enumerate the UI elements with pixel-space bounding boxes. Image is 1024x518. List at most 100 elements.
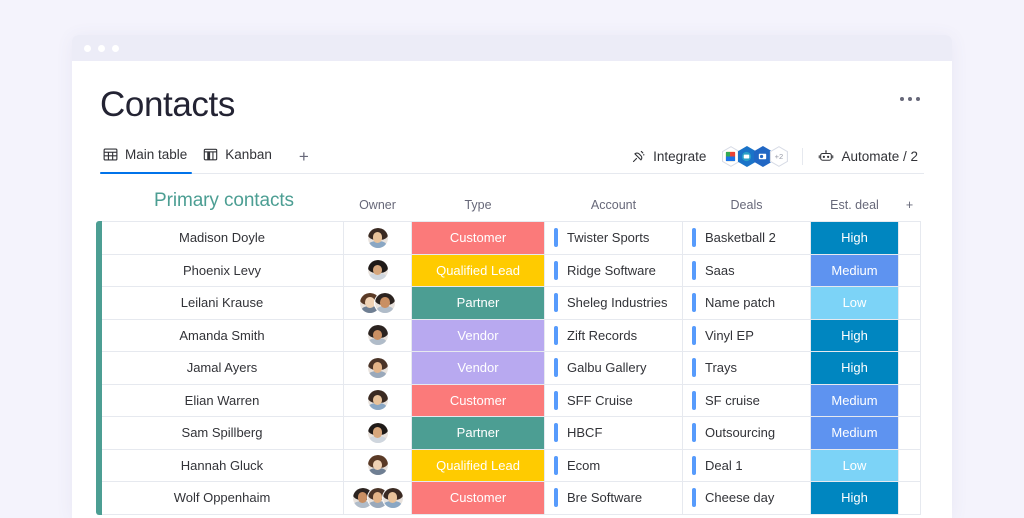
cell-est-deal[interactable]: High: [811, 352, 899, 385]
linked-item-deal[interactable]: Basketball 2: [683, 222, 810, 254]
cell-deal[interactable]: Name patch: [683, 287, 811, 320]
cell-contact-name[interactable]: Elian Warren: [101, 384, 344, 417]
cell-est-deal[interactable]: Medium: [811, 384, 899, 417]
avatar-group[interactable]: [344, 292, 411, 314]
column-header-owner[interactable]: Owner: [344, 190, 412, 222]
table-row[interactable]: Phoenix Levy Qualified LeadRidge Software…: [101, 254, 921, 287]
cell-est-deal[interactable]: Medium: [811, 254, 899, 287]
cell-est-deal[interactable]: High: [811, 319, 899, 352]
cell-deal[interactable]: Cheese day: [683, 482, 811, 515]
avatar[interactable]: [367, 259, 389, 281]
cell-account[interactable]: Zift Records: [545, 319, 683, 352]
avatar[interactable]: [367, 324, 389, 346]
linked-item-deal[interactable]: SF cruise: [683, 385, 810, 417]
cell-type[interactable]: Customer: [412, 384, 545, 417]
table-row[interactable]: Sam SpillbergPartnerHBCFOutsourcingMediu…: [101, 417, 921, 450]
linked-item-account[interactable]: Twister Sports: [545, 222, 682, 254]
avatar-group[interactable]: [344, 454, 411, 476]
table-row[interactable]: Madison Doyle CustomerTwister SportsBaske…: [101, 222, 921, 255]
cell-deal[interactable]: Vinyl EP: [683, 319, 811, 352]
cell-owner[interactable]: [344, 319, 412, 352]
table-row[interactable]: Amanda Smith VendorZift RecordsVinyl EPHi…: [101, 319, 921, 352]
cell-account[interactable]: Twister Sports: [545, 222, 683, 255]
column-header-est-deal[interactable]: Est. deal: [811, 190, 899, 222]
linked-item-deal[interactable]: Outsourcing: [683, 417, 810, 449]
cell-contact-name[interactable]: Jamal Ayers: [101, 352, 344, 385]
status-badge-type[interactable]: Vendor: [412, 352, 544, 384]
cell-contact-name[interactable]: Phoenix Levy: [101, 254, 344, 287]
cell-account[interactable]: Galbu Gallery: [545, 352, 683, 385]
cell-est-deal[interactable]: High: [811, 482, 899, 515]
status-badge-type[interactable]: Customer: [412, 222, 544, 254]
linked-item-account[interactable]: Bre Software: [545, 482, 682, 514]
column-header-account[interactable]: Account: [545, 190, 683, 222]
linked-item-deal[interactable]: Trays: [683, 352, 810, 384]
status-badge-type[interactable]: Partner: [412, 417, 544, 449]
cell-est-deal[interactable]: Low: [811, 287, 899, 320]
table-row[interactable]: Elian Warren CustomerSFF CruiseSF cruiseM…: [101, 384, 921, 417]
status-badge-est-deal[interactable]: High: [811, 352, 898, 384]
avatar[interactable]: [367, 357, 389, 379]
avatar-group[interactable]: [344, 227, 411, 249]
linked-item-account[interactable]: Zift Records: [545, 320, 682, 352]
cell-owner[interactable]: [344, 287, 412, 320]
cell-owner[interactable]: [344, 384, 412, 417]
status-badge-type[interactable]: Qualified Lead: [412, 255, 544, 287]
cell-deal[interactable]: Saas: [683, 254, 811, 287]
linked-item-account[interactable]: HBCF: [545, 417, 682, 449]
window-dot-maximize[interactable]: [112, 45, 119, 52]
integrate-button[interactable]: Integrate: [625, 147, 712, 166]
avatar-group[interactable]: [344, 324, 411, 346]
avatar[interactable]: [367, 227, 389, 249]
table-row[interactable]: Leilani KrausePartnerSheleg IndustriesNa…: [101, 287, 921, 320]
cell-contact-name[interactable]: Amanda Smith: [101, 319, 344, 352]
linked-item-deal[interactable]: Deal 1: [683, 450, 810, 482]
cell-account[interactable]: Sheleg Industries: [545, 287, 683, 320]
add-view-button[interactable]: +: [285, 148, 319, 173]
linked-item-account[interactable]: Ridge Software: [545, 255, 682, 287]
table-row[interactable]: Hannah GluckQualified LeadEcomDeal 1Low: [101, 449, 921, 482]
cell-account[interactable]: Ridge Software: [545, 254, 683, 287]
linked-item-deal[interactable]: Vinyl EP: [683, 320, 810, 352]
avatar[interactable]: [367, 389, 389, 411]
avatar[interactable]: [367, 422, 389, 444]
cell-owner[interactable]: [344, 417, 412, 450]
status-badge-type[interactable]: Partner: [412, 287, 544, 319]
cell-est-deal[interactable]: Medium: [811, 417, 899, 450]
cell-type[interactable]: Partner: [412, 287, 545, 320]
cell-deal[interactable]: Deal 1: [683, 449, 811, 482]
linked-item-deal[interactable]: Cheese day: [683, 482, 810, 514]
cell-deal[interactable]: Outsourcing: [683, 417, 811, 450]
cell-owner[interactable]: [344, 449, 412, 482]
cell-account[interactable]: HBCF: [545, 417, 683, 450]
avatar-group[interactable]: [344, 422, 411, 444]
status-badge-est-deal[interactable]: High: [811, 222, 898, 254]
cell-est-deal[interactable]: Low: [811, 449, 899, 482]
tab-kanban[interactable]: Kanban: [200, 143, 285, 173]
cell-owner[interactable]: [344, 254, 412, 287]
avatar[interactable]: [367, 454, 389, 476]
avatar[interactable]: [382, 487, 404, 509]
cell-type[interactable]: Vendor: [412, 352, 545, 385]
cell-contact-name[interactable]: Madison Doyle: [101, 222, 344, 255]
integration-badge-google-drive[interactable]: [720, 146, 741, 167]
linked-item-account[interactable]: Galbu Gallery: [545, 352, 682, 384]
window-dot-minimize[interactable]: [98, 45, 105, 52]
status-badge-est-deal[interactable]: Low: [811, 287, 898, 319]
status-badge-est-deal[interactable]: High: [811, 482, 898, 514]
cell-type[interactable]: Qualified Lead: [412, 449, 545, 482]
cell-type[interactable]: Customer: [412, 222, 545, 255]
avatar-group[interactable]: [344, 357, 411, 379]
cell-account[interactable]: SFF Cruise: [545, 384, 683, 417]
column-header-deals[interactable]: Deals: [683, 190, 811, 222]
avatar-group[interactable]: [344, 487, 411, 509]
cell-type[interactable]: Vendor: [412, 319, 545, 352]
integration-badges[interactable]: +2: [720, 146, 789, 167]
automate-button[interactable]: Automate / 2: [812, 147, 924, 166]
cell-owner[interactable]: [344, 352, 412, 385]
add-column-button[interactable]: +: [899, 190, 921, 222]
cell-account[interactable]: Ecom: [545, 449, 683, 482]
cell-est-deal[interactable]: High: [811, 222, 899, 255]
status-badge-est-deal[interactable]: Medium: [811, 255, 898, 287]
linked-item-account[interactable]: Sheleg Industries: [545, 287, 682, 319]
